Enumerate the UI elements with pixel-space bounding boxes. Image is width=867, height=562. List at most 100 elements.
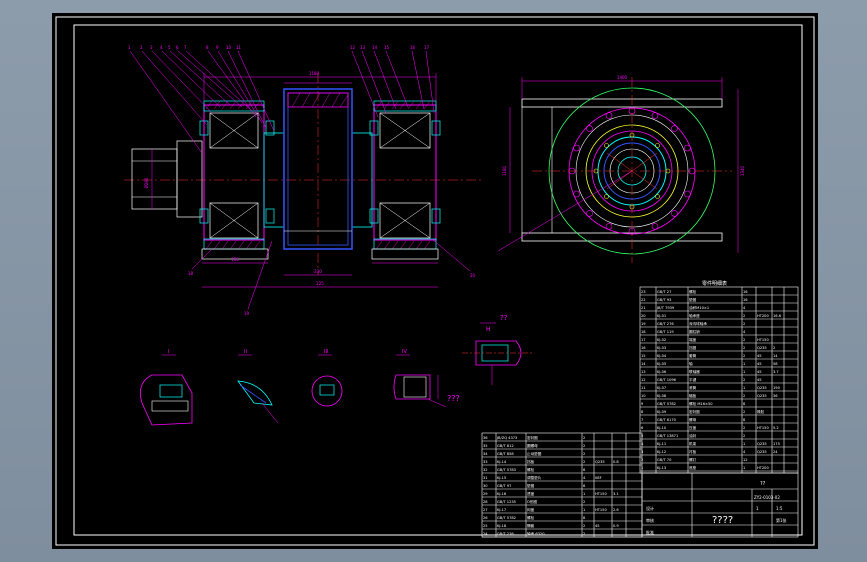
parts-table-cell: HT150 <box>757 338 769 342</box>
parts-table-cell: 2 <box>773 346 775 350</box>
svg-text:2: 2 <box>140 45 143 50</box>
parts-table-cell: 联轴器 <box>689 369 700 374</box>
title-designer: 设计 <box>646 505 654 511</box>
parts-table-cell: 10 <box>641 394 646 398</box>
left-table-cell: 33 <box>483 460 488 464</box>
parts-table-cell: KJ-10 <box>657 426 667 430</box>
parts-table-cell: 175 <box>773 442 780 446</box>
parts-table-cell: 18 <box>641 330 646 334</box>
parts-table-cell: KJ-08 <box>657 394 667 398</box>
left-table-cell: KJ-18 <box>497 524 507 528</box>
left-table-cell: 2 <box>583 452 585 456</box>
parts-table-cell: 1 <box>743 442 745 446</box>
left-table-cell: 34 <box>483 452 488 456</box>
detail-callout: ?? <box>500 314 508 322</box>
drawing-sheet: 1180 Ø280 155 230 225 1 2 3 4 5 6 7 8 9 … <box>52 13 818 549</box>
parts-table-cell: 4 <box>743 306 746 310</box>
dim-end-height: 1180 <box>502 165 507 176</box>
parts-table-cell: 挡圈 <box>689 345 697 350</box>
parts-table-cell: 机架 <box>689 441 697 446</box>
parts-table-cell: 滚筒 <box>689 385 697 390</box>
parts-table-cell: 16 <box>743 298 748 302</box>
left-table-cell: GB/T 5783 <box>497 468 516 472</box>
parts-table-cell: 7 <box>641 418 643 422</box>
svg-text:19: 19 <box>244 311 250 316</box>
left-table-cell: 32 <box>483 468 488 472</box>
svg-text:14: 14 <box>372 45 378 50</box>
left-table-cell: 垫圈 <box>527 483 535 488</box>
svg-text:6: 6 <box>176 45 179 50</box>
title-code: ZY2-0103-02 <box>754 495 780 500</box>
parts-table-cell: 衬板 <box>689 449 697 454</box>
parts-table-cell: Q235 <box>757 346 767 350</box>
parts-table-cell: KJ-04 <box>657 354 667 358</box>
parts-table-cell: 压盖 <box>689 425 697 430</box>
left-table-cell: 2 <box>583 444 585 448</box>
parts-table-cell: 24 <box>773 450 778 454</box>
parts-table-cell: 14 <box>773 354 778 358</box>
parts-table-cell: HT150 <box>757 426 769 430</box>
parts-table-cell: 2 <box>743 426 745 430</box>
parts-table-cell: 8 <box>743 418 746 422</box>
parts-table-cell: 11 <box>641 386 646 390</box>
svg-text:7: 7 <box>184 45 187 50</box>
left-table-cell: 24 <box>483 532 488 536</box>
parts-table-cell: 45 <box>757 362 762 366</box>
left-table-cell: O形圈 <box>527 499 537 504</box>
svg-text:16: 16 <box>410 45 416 50</box>
left-table-cell: KJ-17 <box>497 508 506 512</box>
svg-text:15: 15 <box>384 45 390 50</box>
parts-table-cell: KJ-11 <box>657 442 666 446</box>
parts-table-cell: 36 <box>773 394 778 398</box>
parts-table-cell: GB/T 119 <box>657 330 674 334</box>
parts-table-cell: 45 <box>757 370 762 374</box>
cad-viewport: 1180 Ø280 155 230 225 1 2 3 4 5 6 7 8 9 … <box>0 0 867 562</box>
parts-table-cell: 辐板 <box>689 393 697 398</box>
left-table-cell: KJ-14 <box>497 460 507 464</box>
parts-table-cell: 19 <box>641 322 646 326</box>
parts-table-cell: 2 <box>743 338 745 342</box>
title-approver: 批准 <box>646 529 654 535</box>
left-table-cell: 35 <box>483 444 488 448</box>
left-table-cell: 密封圈 <box>527 435 538 440</box>
parts-table-cell: 45 <box>757 378 762 382</box>
parts-table-cell: 23 <box>641 290 646 294</box>
parts-table-cell: 2 <box>743 322 745 326</box>
parts-table-cell: 螺栓 M16×50 <box>689 401 713 406</box>
parts-table-cell: Q235 <box>757 394 767 398</box>
parts-table-cell: 4 <box>743 330 746 334</box>
parts-table-cell: 2 <box>743 378 745 382</box>
parts-table-cell: 螺栓 <box>689 289 697 294</box>
left-table-cell: 29 <box>483 492 488 496</box>
parts-table-cell: 油封 <box>689 433 697 438</box>
left-table-cell: 止动垫圈 <box>527 451 542 456</box>
left-table-cell: 30 <box>483 484 488 488</box>
parts-table-cell: KJ-02 <box>657 338 666 342</box>
parts-table-cell: 45 <box>757 354 762 358</box>
parts-table-cell: 17 <box>641 338 646 342</box>
svg-text:1: 1 <box>128 45 131 50</box>
parts-table-cell: Q235 <box>757 450 767 454</box>
detail-label-3: III <box>324 349 328 355</box>
left-table-cell: 45 <box>595 524 600 528</box>
left-table-cell: GB/T 276 <box>497 532 514 536</box>
parts-table-cell: HT200 <box>757 466 769 470</box>
left-table-cell: 08F <box>595 476 602 480</box>
detail-label-5: H <box>486 326 491 333</box>
parts-table-cell: 密封圈 <box>689 409 700 414</box>
parts-table-cell: 12 <box>743 458 748 462</box>
svg-text:18: 18 <box>188 271 194 276</box>
left-table-cell: 螺栓 <box>527 515 535 520</box>
left-table-cell: 4 <box>583 476 586 480</box>
parts-table-cell: 15 <box>641 354 646 358</box>
parts-table-cell: 轴承座 <box>689 313 700 318</box>
parts-table-cell: KJ-01 <box>657 314 666 318</box>
left-table-cell: 螺栓 <box>527 467 535 472</box>
parts-table-cell: 2 <box>743 314 745 318</box>
left-table-cell: KJ-16 <box>497 492 507 496</box>
parts-table-cell: 9 <box>641 402 644 406</box>
parts-table-cell: 16 <box>641 346 646 350</box>
parts-table-cell: 14 <box>641 362 646 366</box>
parts-table-cell: GB/T 27 <box>657 290 671 294</box>
outer-frame <box>55 16 815 546</box>
